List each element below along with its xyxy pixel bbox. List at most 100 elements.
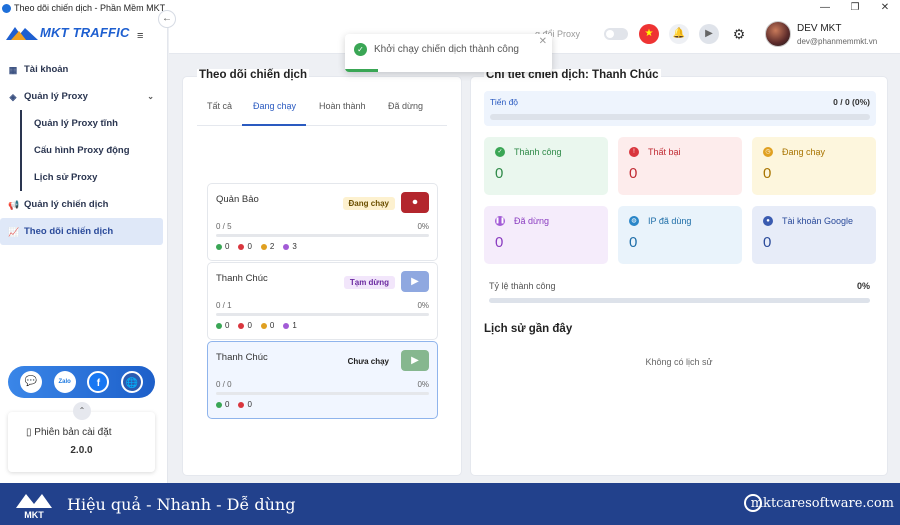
avatar[interactable] [765, 21, 791, 47]
stat-card-failed: ! Thất bại 0 [618, 137, 742, 195]
gear-icon[interactable]: ⚙ [729, 24, 749, 44]
card-value: 0 [629, 165, 638, 182]
play-icon: ▶ [411, 355, 419, 366]
play-button[interactable]: ▶ [401, 271, 429, 292]
running-dot-icon [260, 322, 267, 329]
window-title: Theo dõi chiến dịch - Phần Mềm MKT [14, 3, 166, 13]
stat-failed: 0 [238, 242, 252, 251]
chevron-down-icon: ⌄ [147, 92, 154, 101]
hamburger-icon[interactable]: ≡ [137, 30, 143, 42]
user-icon: ● [763, 216, 773, 226]
sidebar-item-label: Quản lý Proxy [24, 91, 88, 102]
tab-running[interactable]: Đang chạy [253, 101, 296, 111]
campaign-name: Thanh Chúc [216, 352, 268, 363]
chevron-up-icon[interactable]: ⌃ [73, 402, 91, 420]
progress-box: Tiến độ 0 / 0 (0%) [484, 91, 876, 126]
play-icon[interactable]: ▶ [699, 24, 719, 44]
sidebar-item-static-proxy[interactable]: Quản lý Proxy tĩnh [20, 110, 168, 137]
footer-banner: MKT Hiệu quả - Nhanh - Dễ dùng mktcareso… [0, 483, 900, 525]
sidebar-item-label: Quản lý chiến dịch [24, 199, 109, 210]
bell-icon[interactable]: 🔔 [669, 24, 689, 44]
version-card: ▯ Phiên bản cài đặt 2.0.0 [8, 412, 155, 472]
vietnam-flag-icon[interactable]: ★ [639, 24, 659, 44]
campaign-progress: 0 / 5 [216, 222, 232, 231]
toast-message: Khởi chạy chiến dịch thành công [374, 44, 519, 55]
close-button[interactable]: ✕ [870, 0, 900, 16]
facebook-icon[interactable]: f [87, 371, 110, 393]
sidebar-item-label: Cấu hình Proxy động [34, 145, 130, 156]
card-value: 0 [495, 165, 504, 182]
card-value: 0 [763, 234, 772, 251]
footer-slogan: Hiệu quả - Nhanh - Dễ dùng [67, 495, 296, 514]
campaign-progress: 0 / 0 [216, 380, 232, 389]
sidebar-item-accounts[interactable]: ▦ Tài khoản [0, 56, 168, 83]
globe-icon[interactable]: 🌐 [121, 371, 144, 393]
sidebar-item-proxy-management[interactable]: ◈ Quản lý Proxy ⌄ [0, 83, 168, 110]
stat-card-stopped: ❚❚ Đã dừng 0 [484, 206, 608, 264]
pause-icon: ❚❚ [495, 216, 506, 226]
zalo-icon[interactable]: Zalo [53, 371, 76, 393]
status-badge: Chưa chạy [347, 357, 389, 366]
proxy-toggle-switch[interactable] [604, 28, 628, 40]
campaign-card[interactable]: Quản Bảo Đang chạy ⏺ 0 / 5 0% 0 0 2 3 [207, 183, 438, 261]
sidebar-item-dynamic-proxy-config[interactable]: Cấu hình Proxy động [20, 137, 168, 164]
sidebar-item-campaign-management[interactable]: 📢 Quản lý chiến dịch [0, 191, 168, 218]
stat-failed: 0 [238, 321, 252, 330]
mountain-logo-icon [6, 27, 38, 40]
campaign-progress-bar [216, 234, 429, 237]
campaign-tabs: Tất cả Đang chạy Hoàn thành Đã dừng [197, 93, 447, 126]
progress-bar [490, 114, 870, 120]
stat-value: 0 [225, 321, 230, 330]
card-label: Đang chạy [782, 147, 826, 157]
card-label: Thành công [514, 147, 562, 157]
social-links-bar: 💬 Zalo f 🌐 [8, 366, 155, 398]
clock-icon: ◷ [763, 147, 773, 157]
stat-success: 0 [216, 400, 229, 409]
sidebar-item-label: Lịch sử Proxy [34, 172, 98, 183]
tab-completed[interactable]: Hoàn thành [319, 101, 366, 111]
stat-running: 0 [260, 321, 275, 330]
progress-label: Tiến độ [490, 97, 519, 107]
campaign-tracking-panel: Theo dõi chiến dịch Tất cả Đang chạy Hoà… [182, 69, 462, 476]
success-rate-bar [489, 298, 870, 303]
card-value: 0 [629, 234, 638, 251]
history-empty-text: Không có lịch sử [645, 357, 713, 367]
stop-button[interactable]: ⏺ [401, 192, 429, 213]
minimize-button[interactable]: — [810, 0, 840, 16]
history-title: Lịch sử gần đây [484, 323, 573, 335]
campaign-card-selected[interactable]: Thanh Chúc Chưa chạy ▶ 0 / 0 0% 0 0 [207, 341, 438, 419]
maximize-button[interactable]: ❐ [840, 0, 870, 16]
stat-value: 0 [269, 321, 275, 330]
close-icon[interactable]: ✕ [539, 36, 547, 47]
alert-circle-icon: ! [629, 147, 639, 157]
campaign-name: Quản Bảo [216, 194, 259, 205]
collapse-sidebar-button[interactable]: ← [158, 10, 176, 28]
stat-value: 1 [292, 321, 297, 330]
user-name: DEV MKT [797, 23, 842, 34]
stat-value: 0 [225, 400, 230, 409]
campaign-percent: 0% [417, 301, 429, 310]
support-chat-icon[interactable]: 💬 [19, 371, 42, 393]
tab-stopped[interactable]: Đã dừng [388, 101, 423, 111]
stat-stopped: 3 [283, 242, 297, 251]
sidebar-item-label: Tài khoản [24, 64, 69, 75]
sidebar-item-label: Theo dõi chiến dịch [24, 226, 114, 237]
success-dot-icon [216, 401, 222, 408]
footer-website[interactable]: mktcaresoftware.com [751, 496, 894, 511]
stat-success: 0 [216, 321, 229, 330]
sidebar-item-proxy-history[interactable]: Lịch sử Proxy [20, 164, 168, 191]
play-button[interactable]: ▶ [401, 350, 429, 371]
tab-all[interactable]: Tất cả [207, 101, 232, 111]
status-badge: Tạm dừng [343, 276, 395, 289]
grid-icon: ▦ [8, 64, 18, 75]
stat-value: 3 [292, 242, 297, 251]
campaign-stats: 0 0 0 1 [216, 321, 306, 330]
sidebar-item-campaign-tracking[interactable]: 📈 Theo dõi chiến dịch [0, 218, 163, 245]
globe-icon: ◍ [629, 216, 639, 226]
check-circle-icon: ✓ [495, 147, 505, 157]
running-dot-icon [260, 243, 267, 250]
stat-stopped: 1 [283, 321, 297, 330]
campaign-card[interactable]: Thanh Chúc Tạm dừng ▶ 0 / 1 0% 0 0 0 1 [207, 262, 438, 340]
play-icon: ▶ [411, 276, 419, 287]
success-rate-value: 0% [856, 281, 870, 291]
